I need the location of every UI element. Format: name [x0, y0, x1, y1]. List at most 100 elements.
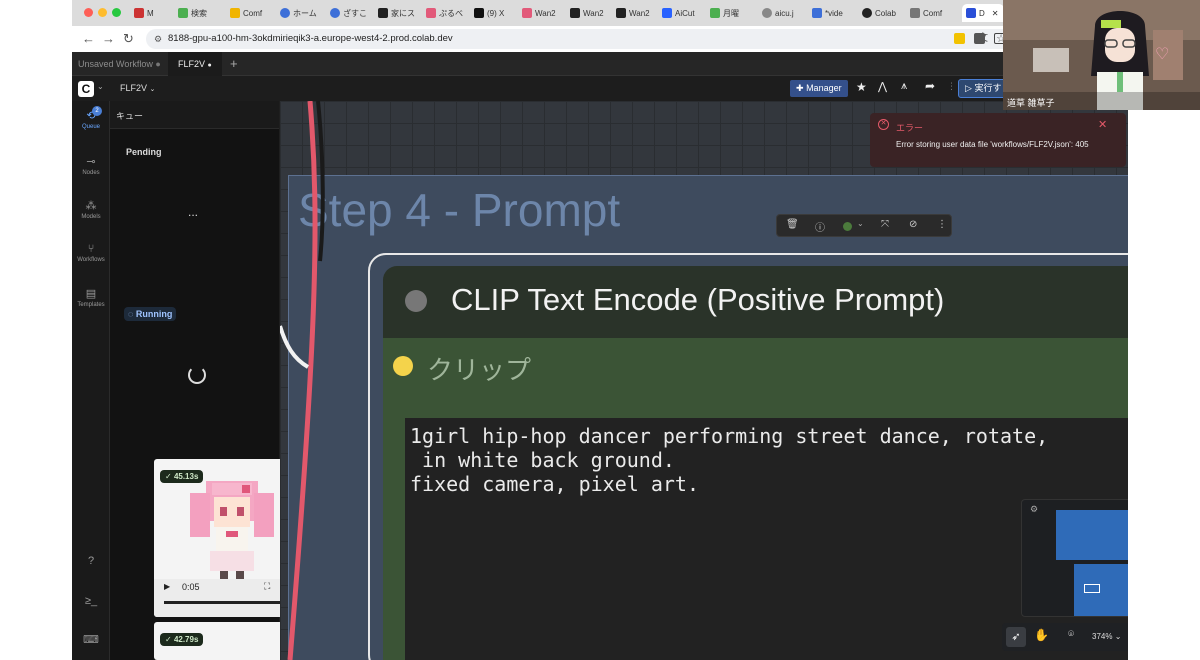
browser-window: M 検索 Comf ホーム ざすこ 家にス ぷるべ (9) X Wan2 Wan… [72, 0, 1128, 660]
info-icon[interactable]: ⓘ [815, 219, 825, 234]
tab-favicon-icon [178, 8, 188, 18]
templates-icon: ▤ [85, 288, 97, 300]
browser-tab[interactable]: Wan2 [616, 4, 660, 22]
play-icon: ▷ [965, 83, 972, 93]
share-icon[interactable]: ➦ [925, 79, 935, 93]
hand-tool-icon[interactable]: ✋ [1034, 628, 1049, 642]
collapse-icon[interactable]: ⤧ [881, 219, 889, 230]
sidebar-item-queue[interactable]: ⟲ Queue 2 [72, 106, 110, 130]
workflow-tab-bar: Unsaved Workflow ● FLF2V ● + [72, 52, 1128, 76]
extension-icon[interactable] [974, 33, 985, 44]
graph-canvas[interactable]: Step 4 - Prompt 🗑 ⓘ ⌄ ⤧ ⊘ ⋮ CLIP Text En… [280, 101, 1128, 660]
manager-label: Manager [806, 83, 842, 93]
workflow-tab-label: Unsaved Workflow [78, 59, 153, 69]
tab-label: Wan2 [629, 8, 650, 18]
close-tab-icon[interactable]: ✕ [992, 9, 999, 18]
minimize-window-button[interactable] [98, 8, 107, 17]
new-workflow-tab-button[interactable]: + [224, 52, 244, 76]
browser-tab[interactable]: Wan2 [570, 4, 614, 22]
minimap-viewport[interactable] [1084, 584, 1100, 593]
workflow-tab-unsaved[interactable]: Unsaved Workflow ● [72, 52, 167, 76]
tab-label: Comf [923, 8, 943, 18]
minimap[interactable]: ⚙ ✕ [1021, 499, 1128, 617]
browser-tab[interactable]: Comf [910, 4, 960, 22]
tab-favicon-icon [862, 8, 872, 18]
url-input[interactable]: ⚙ 8188-gpu-a100-hm-3okdmirieqik3-a.europ… [146, 29, 1016, 49]
browser-tab[interactable]: Comf [230, 4, 278, 22]
browser-tab[interactable]: (9) X [474, 4, 520, 22]
star-icon[interactable]: ★ [856, 80, 867, 94]
play-icon[interactable]: ▶ [164, 582, 170, 591]
tab-favicon-icon [910, 8, 920, 18]
tab-label: Wan2 [583, 8, 604, 18]
model-alt-icon[interactable]: ⩚ [901, 80, 907, 93]
terminal-icon[interactable]: ≥_ [72, 595, 110, 607]
help-icon[interactable]: ? [72, 555, 110, 567]
browser-tab[interactable]: AiCut [662, 4, 708, 22]
model-icon[interactable]: ⋀ [878, 80, 887, 93]
workflow-tab-label: FLF2V [178, 59, 206, 69]
site-info-icon[interactable]: ⚙ [154, 29, 162, 49]
clip-input-socket[interactable] [393, 356, 413, 376]
check-icon: ✓ [165, 472, 172, 481]
more-options-icon[interactable]: ⋮ [937, 219, 947, 230]
browser-tab-active[interactable]: D ✕ [962, 4, 1004, 22]
fit-view-icon[interactable]: ⌾ [1068, 629, 1074, 640]
close-window-button[interactable] [84, 8, 93, 17]
browser-tab[interactable]: aicu.j [762, 4, 810, 22]
sidebar-item-nodes[interactable]: ⊸ Nodes [72, 155, 110, 176]
sidebar-item-label: Templates [77, 302, 105, 308]
browser-tab[interactable]: 検索 [178, 4, 228, 22]
prompt-line: in white back ground. [410, 448, 675, 472]
keyboard-icon[interactable]: ⌨ [72, 633, 110, 646]
manager-button[interactable]: ✚ Manager [790, 80, 848, 97]
browser-tab[interactable]: Wan2 [522, 4, 568, 22]
browser-tab[interactable]: 家にス [378, 4, 424, 22]
zoom-level-dropdown[interactable]: 374% ⌄ [1092, 632, 1121, 641]
browser-tab[interactable]: Colab [862, 4, 908, 22]
browser-tab[interactable]: ぷるべ [426, 4, 472, 22]
zoom-label: 374% [1092, 632, 1113, 641]
settings-sliders-icon[interactable]: ⚙ [1030, 504, 1038, 515]
sidebar-item-workflows[interactable]: ⑂ Workflows [72, 243, 110, 263]
maximize-window-button[interactable] [112, 8, 121, 17]
chevron-down-icon[interactable]: ⌄ [857, 219, 864, 228]
workflow-tab-flf2v[interactable]: FLF2V ● [168, 52, 222, 76]
fullscreen-icon[interactable]: ⛶ [264, 581, 270, 592]
close-icon[interactable]: ✕ [1098, 118, 1107, 131]
forward-icon[interactable]: → [102, 31, 115, 46]
color-picker-icon[interactable] [843, 222, 852, 231]
sidebar-item-label: Workflows [77, 257, 105, 263]
sidebar-item-models[interactable]: ⁂ Models [72, 199, 110, 220]
bypass-icon[interactable]: ⊘ [909, 219, 917, 230]
delete-icon[interactable]: 🗑 [786, 219, 799, 230]
tab-favicon-icon [134, 8, 144, 18]
sidebar-item-templates[interactable]: ▤ Templates [72, 287, 110, 308]
tab-label: (9) X [487, 8, 505, 18]
comfy-logo-icon[interactable]: C [78, 81, 94, 97]
browser-tab[interactable]: *vide [812, 4, 858, 22]
select-tool-icon[interactable]: ➶ [1006, 627, 1026, 647]
browser-tab[interactable]: M [134, 4, 174, 22]
node-collapse-dot-icon[interactable] [405, 290, 427, 312]
unsaved-dot-icon: ● [155, 59, 161, 69]
tab-label: Comf [243, 8, 263, 18]
workflow-menu-label: FLF2V [120, 83, 148, 93]
streamer-name: 道草 雑草子 [1007, 98, 1055, 108]
browser-tab[interactable]: 月曜 [710, 4, 760, 22]
back-icon[interactable]: ← [82, 31, 95, 46]
chevron-down-icon[interactable]: ⌄ [97, 82, 104, 91]
error-message: Error storing user data file 'workflows/… [896, 140, 1089, 149]
reload-icon[interactable]: ↻ [123, 31, 134, 47]
workflow-menu[interactable]: FLF2V ⌄ [120, 83, 155, 93]
tab-favicon-icon [280, 8, 290, 18]
browser-tab[interactable]: ざすこ [330, 4, 376, 22]
sidebar-item-label: Nodes [82, 170, 100, 176]
unsaved-dot-icon: ● [207, 62, 212, 69]
clip-text-encode-node-header[interactable]: CLIP Text Encode (Positive Prompt) [383, 266, 1128, 338]
more-options-icon[interactable]: ... [188, 205, 198, 219]
clip-text-encode-node-body: クリップ 1girl hip-hop dancer performing str… [383, 338, 1128, 660]
url-text: 8188-gpu-a100-hm-3okdmirieqik3-a.europe-… [168, 33, 453, 44]
browser-tab[interactable]: ホーム [280, 4, 328, 22]
extension-icon[interactable] [954, 33, 965, 44]
